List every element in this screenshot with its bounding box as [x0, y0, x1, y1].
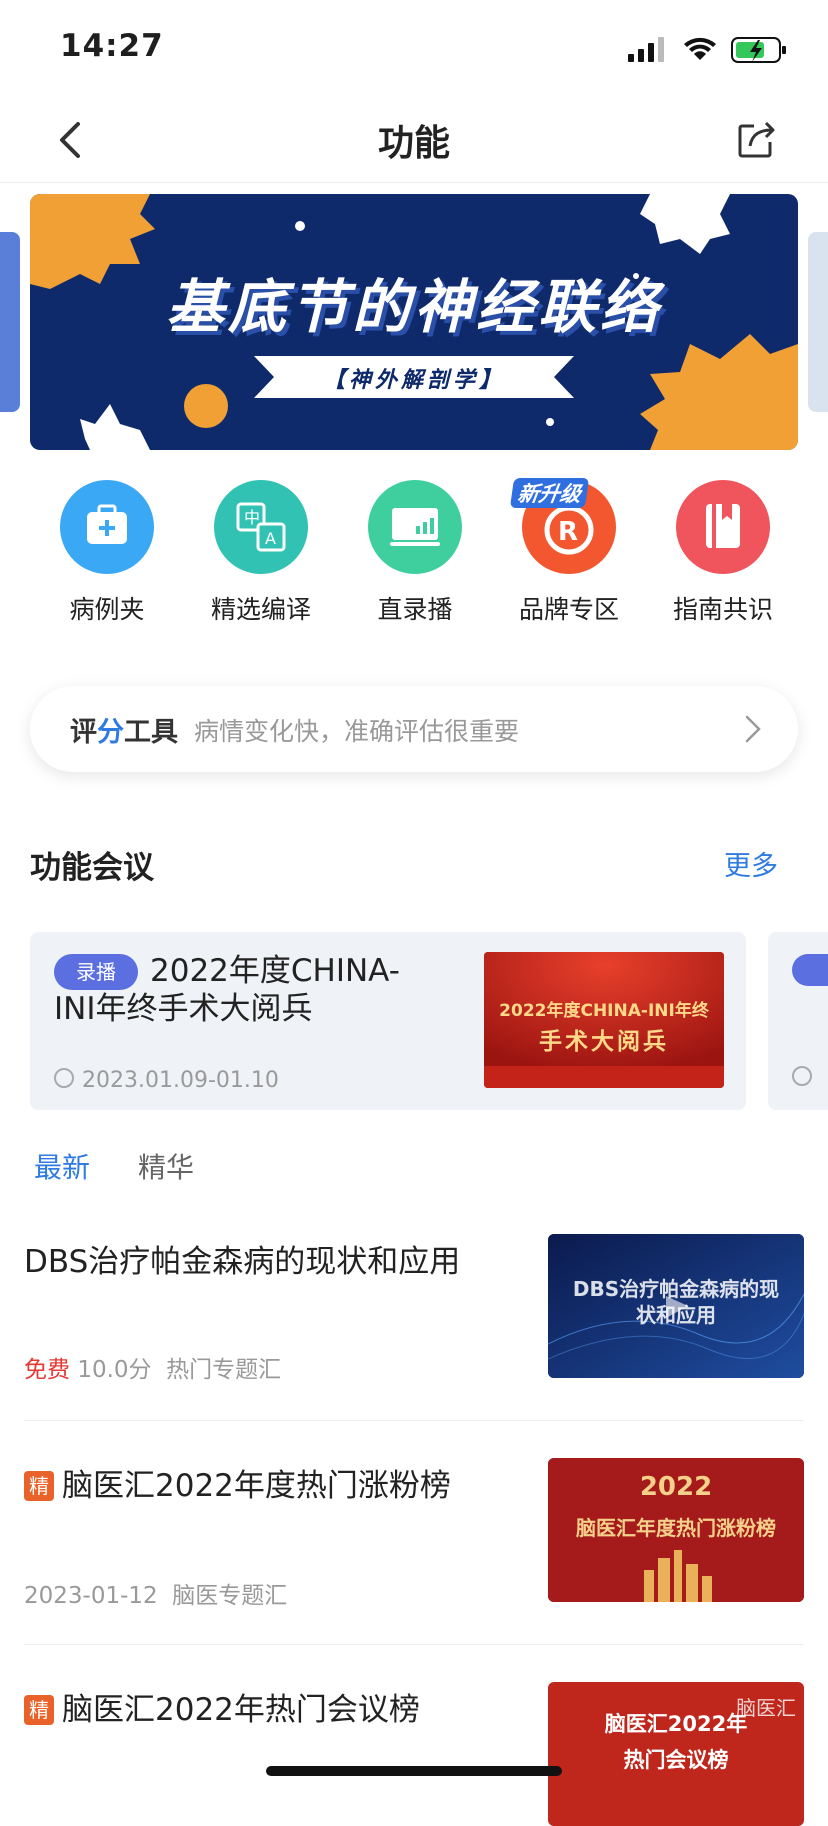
share-icon[interactable] [736, 118, 778, 160]
banner-subtitle: 【神外解剖学】 [322, 368, 505, 393]
article-thumbnail: 2022 脑医汇年度热门涨粉榜 [548, 1458, 804, 1602]
feature-selected-translation[interactable]: 中A 精选编译 [196, 480, 326, 640]
feature-label: 直录播 [377, 595, 453, 624]
score-tool-description: 病情变化快，准确评估很重要 [194, 717, 520, 746]
score-value: 10.0分 [77, 1357, 152, 1383]
article-item[interactable]: 精脑医汇2022年度热门涨粉榜 2023-01-12 脑医专题汇 2022 脑医… [24, 1458, 804, 1658]
live-screen-icon [368, 480, 462, 574]
article-title: 脑医汇2022年热门会议榜 [62, 1692, 420, 1728]
score-tool-card[interactable]: 评分工具 病情变化快，准确评估很重要 [30, 686, 798, 772]
conference-card-next-peek[interactable] [768, 932, 828, 1110]
nav-divider [0, 182, 828, 183]
tab-featured[interactable]: 精华 [138, 1146, 194, 1186]
article-category: 热门专题汇 [166, 1357, 282, 1383]
banner-prev-peek[interactable] [0, 232, 20, 412]
feature-live-recording[interactable]: 直录播 [350, 480, 480, 640]
banner[interactable]: 基底节的神经联络 【神外解剖学】 [30, 194, 798, 450]
article-thumbnail: DBS治疗帕金森病的现状和应用 [548, 1234, 804, 1378]
new-upgrade-badge: 新升级 [509, 478, 590, 508]
divider [24, 1644, 804, 1645]
article-title: 脑医汇2022年度热门涨粉榜 [62, 1468, 451, 1504]
conference-date: 2023.01.09-01.10 [82, 1068, 279, 1093]
feature-label: 指南共识 [672, 595, 773, 624]
svg-text:A: A [265, 529, 276, 548]
guide-book-icon [676, 480, 770, 574]
article-item[interactable]: DBS治疗帕金森病的现状和应用 免费 10.0分 热门专题汇 DBS治疗帕金森病… [24, 1234, 804, 1434]
article-meta: 2023-01-12 脑医专题汇 [24, 1576, 287, 1610]
status-icons [628, 37, 786, 63]
tab-latest[interactable]: 最新 [34, 1146, 90, 1186]
translate-icon: 中A [214, 480, 308, 574]
feature-label: 品牌专区 [518, 595, 619, 624]
article-date: 2023-01-12 [24, 1583, 158, 1609]
signal-icon [628, 37, 664, 62]
article-meta: 免费 10.0分 热门专题汇 [24, 1350, 281, 1384]
conference-image: 2022年度CHINA-INI年终 手术大阅兵 [484, 952, 724, 1088]
chevron-right-icon [745, 715, 761, 743]
feature-label: 精选编译 [210, 595, 311, 624]
battery-icon [731, 37, 786, 63]
feature-label: 病例夹 [69, 595, 145, 624]
featured-badge: 精 [24, 1471, 54, 1501]
home-indicator[interactable] [266, 1766, 562, 1776]
article-title: DBS治疗帕金森病的现状和应用 [24, 1244, 461, 1280]
recording-tag: 录播 [54, 954, 138, 990]
featured-badge: 精 [24, 1695, 54, 1725]
feature-guidelines[interactable]: 指南共识 [658, 480, 788, 640]
score-tool-title: 评分工具 [70, 717, 178, 748]
banner-title: 基底节的神经联络 [165, 273, 662, 341]
feature-brand-zone[interactable]: R 新升级 品牌专区 [504, 478, 634, 640]
section-title: 功能会议 [30, 850, 154, 886]
divider [24, 1420, 804, 1421]
banner-next-peek[interactable] [808, 232, 828, 412]
status-time: 14:27 [60, 28, 164, 64]
thumb-logo: 脑医汇 [736, 1696, 796, 1720]
article-thumbnail: 脑医汇2022年 热门会议榜 脑医汇 [548, 1682, 804, 1826]
wifi-icon [684, 37, 716, 60]
feature-case-folder[interactable]: 病例夹 [42, 480, 172, 640]
article-title-row: 精脑医汇2022年度热门涨粉榜 [24, 1466, 524, 1506]
article-category: 脑医专题汇 [172, 1583, 288, 1609]
article-title-row: 精脑医汇2022年热门会议榜 [24, 1690, 524, 1730]
svg-text:R: R [558, 517, 578, 547]
clock-icon [54, 1068, 74, 1088]
more-link[interactable]: 更多 [724, 844, 778, 883]
free-label: 免费 [24, 1357, 70, 1383]
page-title: 功能 [377, 123, 450, 164]
case-folder-icon [60, 480, 154, 574]
conference-card[interactable]: 2022年度CHINA-INI年终手术大阅兵 录播 2023.01.09-01.… [30, 932, 746, 1110]
